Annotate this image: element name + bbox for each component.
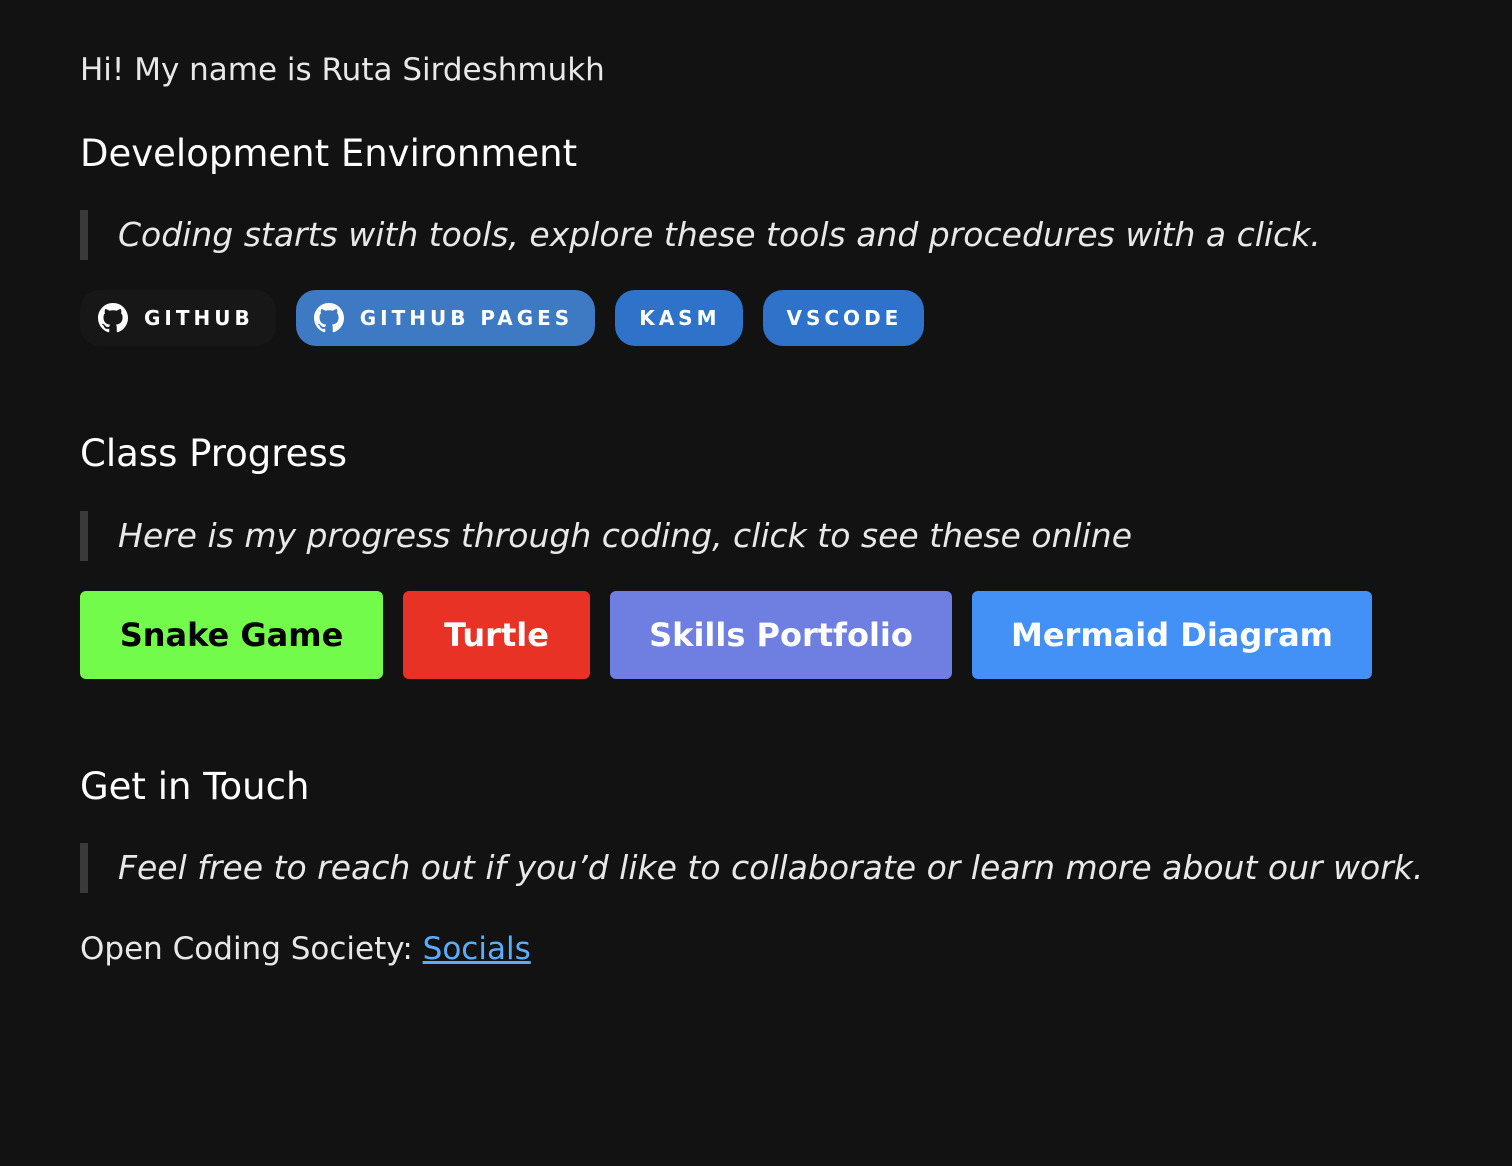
snake-game-button[interactable]: Snake Game (80, 591, 383, 679)
dev-env-heading: Development Environment (80, 132, 578, 175)
vscode-badge-label: VSCODE (786, 306, 903, 330)
turtle-button[interactable]: Turtle (403, 591, 590, 679)
skills-portfolio-button[interactable]: Skills Portfolio (610, 591, 952, 679)
get-in-touch-quote: Feel free to reach out if you’d like to … (80, 843, 1423, 893)
github-badge[interactable]: GITHUB (80, 290, 276, 346)
contact-line: Open Coding Society: Socials (80, 928, 531, 970)
github-pages-badge-label: GITHUB PAGES (359, 306, 574, 330)
kasm-badge-label: KASM (639, 306, 721, 330)
dev-env-quote: Coding starts with tools, explore these … (80, 210, 1321, 260)
mermaid-diagram-button[interactable]: Mermaid Diagram (972, 591, 1372, 679)
vscode-badge[interactable]: VSCODE (762, 290, 925, 346)
github-pages-badge[interactable]: GITHUB PAGES (295, 290, 596, 346)
class-progress-quote: Here is my progress through coding, clic… (80, 511, 1132, 561)
socials-link[interactable]: Socials (423, 931, 531, 967)
contact-prefix: Open Coding Society: (80, 931, 423, 967)
github-icon (98, 303, 128, 333)
tool-badges: GITHUB GITHUB PAGES KASM VSCODE (80, 290, 925, 346)
class-progress-heading: Class Progress (80, 432, 348, 475)
github-badge-label: GITHUB (144, 306, 254, 330)
intro-text: Hi! My name is Ruta Sirdeshmukh (80, 52, 605, 88)
kasm-badge[interactable]: KASM (615, 290, 743, 346)
github-icon (313, 303, 344, 333)
get-in-touch-heading: Get in Touch (80, 765, 310, 808)
project-buttons: Snake Game Turtle Skills Portfolio Merma… (80, 591, 1372, 679)
